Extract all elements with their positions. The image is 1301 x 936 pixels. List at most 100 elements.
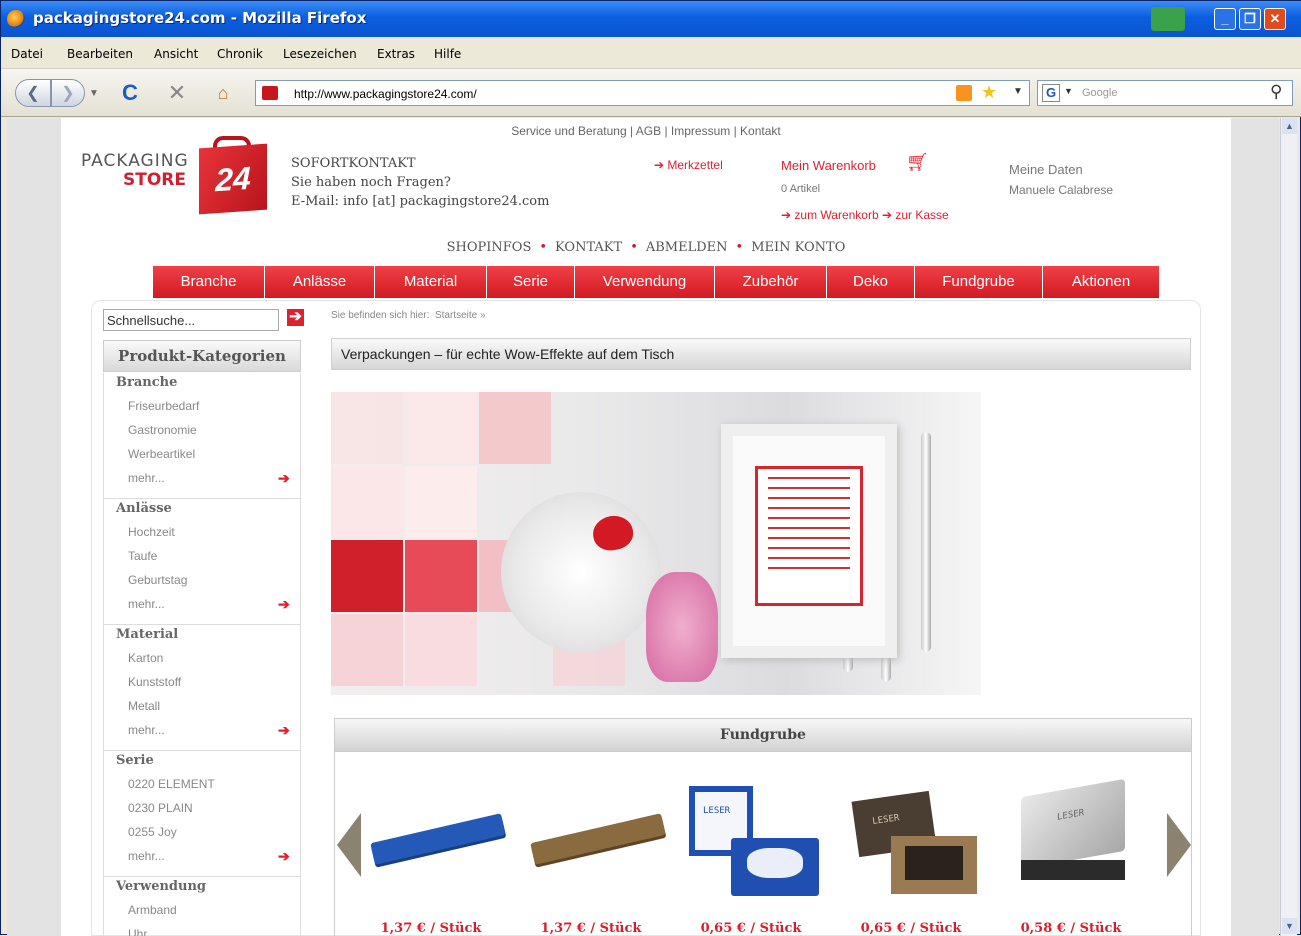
- menu-chronik[interactable]: Chronik: [217, 47, 263, 61]
- more-link[interactable]: mehr... ➔: [104, 846, 300, 870]
- category-item[interactable]: Geburtstag: [104, 570, 300, 594]
- home-button[interactable]: ⌂: [209, 79, 237, 107]
- nav-tab-branche[interactable]: Branche: [153, 266, 265, 298]
- scroll-down-icon[interactable]: ▼: [1282, 918, 1297, 934]
- maximize-button[interactable]: ❐: [1239, 8, 1261, 30]
- nav-tab-verwendung[interactable]: Verwendung: [575, 266, 715, 298]
- breadcrumb-link[interactable]: Startseite »: [435, 310, 486, 321]
- product-image[interactable]: [521, 778, 666, 898]
- close-button[interactable]: ✕: [1264, 8, 1286, 30]
- category-group-verwendung: Verwendung Armband Uhr: [104, 877, 300, 936]
- more-label[interactable]: mehr...: [128, 723, 165, 737]
- quicksearch-button[interactable]: ➔: [287, 309, 304, 326]
- product-image[interactable]: [361, 778, 506, 898]
- search-engine-dropdown-icon[interactable]: ▼: [1064, 86, 1073, 96]
- category-item[interactable]: Armband: [104, 900, 300, 924]
- bookmark-star-icon[interactable]: ★: [981, 82, 997, 103]
- product-price[interactable]: 0,65 € / Stück: [841, 921, 981, 936]
- category-item[interactable]: Hochzeit: [104, 522, 300, 546]
- subnav-mein-konto[interactable]: MEIN KONTO: [751, 240, 845, 255]
- product-image[interactable]: LESER: [681, 778, 821, 898]
- menu-hilfe[interactable]: Hilfe: [434, 47, 461, 61]
- arrow-right-icon[interactable]: ➔: [278, 468, 290, 488]
- logo-text-store[interactable]: STORE: [123, 170, 186, 190]
- category-item[interactable]: Uhr: [104, 924, 300, 936]
- forward-button[interactable]: ❯: [51, 79, 85, 107]
- merkzettel-link[interactable]: ➔ Merkzettel: [654, 158, 723, 172]
- category-item[interactable]: 0230 PLAIN: [104, 798, 300, 822]
- product-price[interactable]: 0,65 € / Stück: [681, 921, 821, 936]
- more-link[interactable]: mehr... ➔: [104, 594, 300, 618]
- nav-tab-anlaesse[interactable]: Anlässe: [265, 266, 375, 298]
- nav-tab-aktionen[interactable]: Aktionen: [1043, 266, 1159, 298]
- url-dropdown-icon[interactable]: ▼: [1013, 86, 1023, 97]
- category-item[interactable]: Metall: [104, 696, 300, 720]
- search-box[interactable]: G ▼ Google ⚲: [1037, 80, 1293, 106]
- category-item[interactable]: Friseurbedarf: [104, 396, 300, 420]
- url-text[interactable]: http://www.packagingstore24.com/: [294, 87, 477, 101]
- stop-button[interactable]: ✕: [163, 79, 191, 107]
- carousel-next-arrow-icon[interactable]: [1167, 813, 1191, 877]
- category-item[interactable]: 0220 ELEMENT: [104, 774, 300, 798]
- logo-bag[interactable]: 24: [199, 143, 267, 215]
- category-group-title[interactable]: Branche: [104, 373, 300, 396]
- quicksearch-input[interactable]: Schnellsuche...: [103, 309, 279, 331]
- product-price[interactable]: 0,58 € / Stück: [1001, 921, 1141, 936]
- title-bar: packagingstore24.com - Mozilla Firefox _…: [1, 1, 1301, 37]
- category-group-title[interactable]: Serie: [104, 751, 300, 774]
- my-data-link[interactable]: Meine Daten: [1009, 160, 1113, 180]
- search-icon[interactable]: ⚲: [1270, 82, 1282, 102]
- search-input[interactable]: Google: [1082, 87, 1117, 99]
- scroll-up-icon[interactable]: ▲: [1282, 118, 1297, 134]
- cart-links[interactable]: ➔ zum Warenkorb ➔ zur Kasse: [781, 208, 949, 222]
- google-icon[interactable]: G: [1042, 84, 1060, 102]
- cart-icon[interactable]: 🛒︎: [906, 152, 929, 173]
- vertical-scrollbar[interactable]: ▲ ▼: [1280, 118, 1297, 936]
- rss-icon[interactable]: [956, 85, 972, 101]
- banner-tile: [331, 614, 403, 686]
- arrow-right-icon[interactable]: ➔: [278, 846, 290, 866]
- subnav-abmelden[interactable]: ABMELDEN: [646, 240, 728, 255]
- more-label[interactable]: mehr...: [128, 471, 165, 485]
- product-image[interactable]: LESER: [1001, 778, 1141, 898]
- product-image[interactable]: LESER: [841, 778, 981, 898]
- reload-button[interactable]: C: [116, 79, 144, 107]
- category-group-title[interactable]: Verwendung: [104, 877, 300, 900]
- back-button[interactable]: ❮: [15, 79, 51, 107]
- category-item[interactable]: Taufe: [104, 546, 300, 570]
- history-dropdown-button[interactable]: ▼: [87, 79, 101, 107]
- category-item[interactable]: Kunststoff: [104, 672, 300, 696]
- nav-tab-fundgrube[interactable]: Fundgrube: [915, 266, 1043, 298]
- menu-datei[interactable]: Datei: [11, 47, 43, 61]
- product-price[interactable]: 1,37 € / Stück: [361, 921, 501, 936]
- menu-extras[interactable]: Extras: [377, 47, 415, 61]
- menu-lesezeichen[interactable]: Lesezeichen: [283, 47, 357, 61]
- category-item[interactable]: Gastronomie: [104, 420, 300, 444]
- more-label[interactable]: mehr...: [128, 597, 165, 611]
- menu-ansicht[interactable]: Ansicht: [154, 47, 198, 61]
- nav-tab-serie[interactable]: Serie: [487, 266, 575, 298]
- url-bar[interactable]: http://www.packagingstore24.com/ ★ ▼: [255, 80, 1030, 106]
- category-item[interactable]: Karton: [104, 648, 300, 672]
- more-link[interactable]: mehr... ➔: [104, 468, 300, 492]
- carousel-prev-arrow-icon[interactable]: [337, 813, 361, 877]
- subnav-shopinfos[interactable]: SHOPINFOS: [447, 240, 532, 255]
- nav-tab-deko[interactable]: Deko: [827, 266, 915, 298]
- cart-title-link[interactable]: Mein Warenkorb: [781, 158, 876, 173]
- category-group-title[interactable]: Material: [104, 625, 300, 648]
- more-label[interactable]: mehr...: [128, 849, 165, 863]
- tray-icon[interactable]: [1151, 7, 1185, 31]
- subnav-kontakt[interactable]: KONTAKT: [555, 240, 622, 255]
- menu-bearbeiten[interactable]: Bearbeiten: [67, 47, 133, 61]
- arrow-right-icon[interactable]: ➔: [278, 720, 290, 740]
- category-item[interactable]: 0255 Joy: [104, 822, 300, 846]
- category-group-title[interactable]: Anlässe: [104, 499, 300, 522]
- logo-text-packaging[interactable]: PACKAGING: [81, 151, 189, 171]
- product-price[interactable]: 1,37 € / Stück: [521, 921, 661, 936]
- more-link[interactable]: mehr... ➔: [104, 720, 300, 744]
- nav-tab-zubehoer[interactable]: Zubehör: [715, 266, 827, 298]
- minimize-button[interactable]: _: [1214, 8, 1236, 30]
- category-item[interactable]: Werbeartikel: [104, 444, 300, 468]
- arrow-right-icon[interactable]: ➔: [278, 594, 290, 614]
- nav-tab-material[interactable]: Material: [375, 266, 487, 298]
